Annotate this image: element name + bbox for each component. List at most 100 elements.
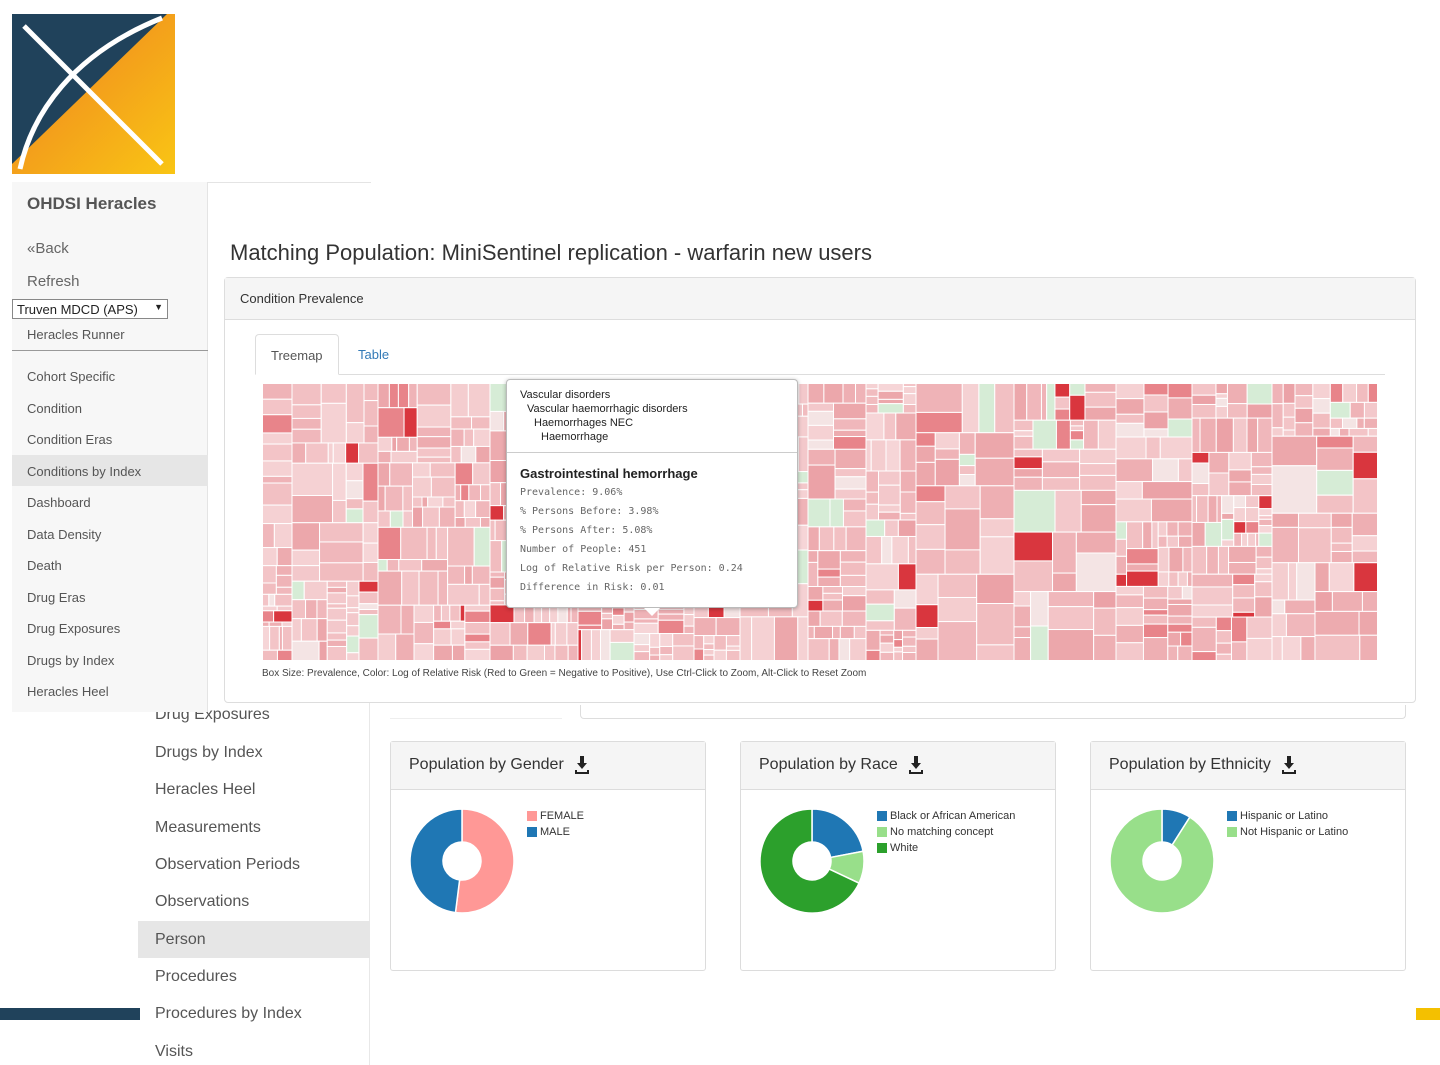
- treemap-cell[interactable]: [1271, 599, 1286, 615]
- treemap-cell[interactable]: [262, 593, 270, 607]
- treemap-cell[interactable]: [400, 604, 415, 635]
- heracles-runner-link[interactable]: Heracles Runner: [27, 327, 125, 342]
- treemap-cell[interactable]: [1215, 383, 1228, 395]
- treemap-cell[interactable]: [416, 447, 452, 458]
- treemap-cell[interactable]: [1115, 594, 1144, 609]
- treemap-cell[interactable]: [1207, 495, 1218, 523]
- treemap-cell[interactable]: [807, 625, 815, 640]
- treemap-cell[interactable]: [1142, 614, 1169, 625]
- treemap-cell[interactable]: [1157, 535, 1168, 548]
- treemap-cell[interactable]: [489, 571, 505, 578]
- treemap-cell[interactable]: [1115, 498, 1152, 523]
- treemap-cell[interactable]: [319, 541, 364, 564]
- treemap-cell[interactable]: [1167, 598, 1193, 605]
- treemap-cell[interactable]: [934, 432, 960, 450]
- treemap-cell[interactable]: [1328, 562, 1355, 593]
- treemap-cell[interactable]: [683, 614, 695, 627]
- tab-treemap[interactable]: Treemap: [255, 334, 339, 375]
- treemap-cell[interactable]: [566, 622, 579, 646]
- bg-nav-person[interactable]: Person: [155, 931, 206, 949]
- treemap-cell[interactable]: [1329, 383, 1344, 403]
- treemap-cell[interactable]: [1013, 430, 1034, 437]
- treemap-cell[interactable]: [865, 439, 872, 472]
- treemap-cell[interactable]: [832, 625, 841, 640]
- treemap-cell[interactable]: [346, 580, 360, 597]
- treemap-cell[interactable]: [377, 570, 403, 606]
- treemap-cell[interactable]: [865, 649, 881, 661]
- treemap-cell[interactable]: [273, 523, 293, 549]
- treemap-cell[interactable]: [489, 482, 502, 507]
- treemap-cell[interactable]: [318, 640, 328, 661]
- treemap-cell[interactable]: [1191, 394, 1217, 405]
- treemap-cell[interactable]: [489, 587, 505, 602]
- treemap-cell[interactable]: [893, 607, 917, 631]
- treemap-cell[interactable]: [1126, 570, 1159, 587]
- treemap-cell[interactable]: [1314, 610, 1360, 636]
- treemap-cell[interactable]: [633, 633, 651, 646]
- treemap-cell[interactable]: [1013, 489, 1056, 533]
- treemap-cell[interactable]: [994, 383, 1015, 434]
- treemap-cell[interactable]: [813, 625, 834, 640]
- treemap-cell[interactable]: [976, 644, 1015, 661]
- treemap-cell[interactable]: [807, 550, 819, 563]
- treemap-cell[interactable]: [842, 383, 857, 404]
- treemap-cell[interactable]: [450, 620, 466, 630]
- treemap-cell[interactable]: [451, 644, 466, 661]
- bg-nav-observation-periods[interactable]: Observation Periods: [155, 856, 300, 874]
- treemap-cell[interactable]: [1244, 507, 1260, 523]
- treemap-cell[interactable]: [713, 635, 727, 651]
- treemap-cell[interactable]: [798, 383, 809, 405]
- treemap-cell[interactable]: [839, 625, 855, 640]
- treemap-cell[interactable]: [1221, 539, 1235, 547]
- treemap-cell[interactable]: [363, 400, 379, 427]
- treemap-cell[interactable]: [1352, 435, 1378, 453]
- treemap-cell[interactable]: [1093, 591, 1117, 609]
- treemap-cell[interactable]: [1013, 448, 1043, 458]
- treemap-cell[interactable]: [362, 542, 379, 563]
- treemap-cell[interactable]: [1191, 626, 1217, 653]
- treemap-cell[interactable]: [1157, 521, 1168, 537]
- treemap-cell[interactable]: [807, 448, 836, 466]
- treemap-cell[interactable]: [833, 418, 867, 431]
- treemap-cell[interactable]: [1013, 419, 1034, 432]
- treemap-cell[interactable]: [305, 599, 318, 620]
- treemap-cell[interactable]: [1191, 616, 1217, 628]
- treemap-cell[interactable]: [1167, 615, 1193, 625]
- treemap-cell[interactable]: [421, 559, 449, 572]
- treemap-cell[interactable]: [326, 592, 348, 605]
- treemap-cell[interactable]: [581, 629, 592, 661]
- treemap-cell[interactable]: [937, 596, 978, 623]
- treemap-cell[interactable]: [902, 386, 917, 395]
- treemap-cell[interactable]: [1228, 469, 1252, 483]
- treemap-cell[interactable]: [450, 428, 465, 447]
- treemap-cell[interactable]: [715, 617, 741, 637]
- treemap-cell[interactable]: [377, 450, 392, 464]
- treemap-cell[interactable]: [612, 607, 625, 616]
- treemap-cell[interactable]: [1296, 562, 1316, 601]
- treemap-cell[interactable]: [915, 461, 936, 487]
- treemap-cell[interactable]: [1338, 427, 1350, 437]
- treemap-cell[interactable]: [1228, 451, 1252, 471]
- treemap-cell[interactable]: [1069, 383, 1086, 396]
- treemap-cell[interactable]: [870, 439, 887, 472]
- treemap-cell[interactable]: [1191, 383, 1217, 396]
- treemap-cell[interactable]: [958, 474, 976, 487]
- treemap-cell[interactable]: [437, 570, 449, 606]
- treemap-cell[interactable]: [807, 402, 835, 412]
- treemap-cell[interactable]: [1013, 476, 1043, 491]
- treemap-cell[interactable]: [345, 422, 365, 444]
- treemap-cell[interactable]: [1208, 451, 1230, 474]
- treemap-cell[interactable]: [554, 644, 569, 661]
- treemap-cell[interactable]: [1142, 585, 1169, 599]
- treemap-cell[interactable]: [332, 499, 347, 524]
- treemap-cell[interactable]: [1142, 637, 1169, 661]
- treemap-cell[interactable]: [958, 465, 976, 476]
- treemap-cell[interactable]: [893, 639, 904, 648]
- treemap-cell[interactable]: [600, 629, 611, 661]
- treemap-cell[interactable]: [1228, 561, 1257, 575]
- treemap-cell[interactable]: [902, 629, 917, 638]
- sidebar-item-drug-exposures[interactable]: Drug Exposures: [27, 621, 120, 636]
- treemap-cell[interactable]: [1084, 391, 1117, 408]
- treemap-cell[interactable]: [1026, 383, 1042, 421]
- treemap-cell[interactable]: [1046, 383, 1056, 421]
